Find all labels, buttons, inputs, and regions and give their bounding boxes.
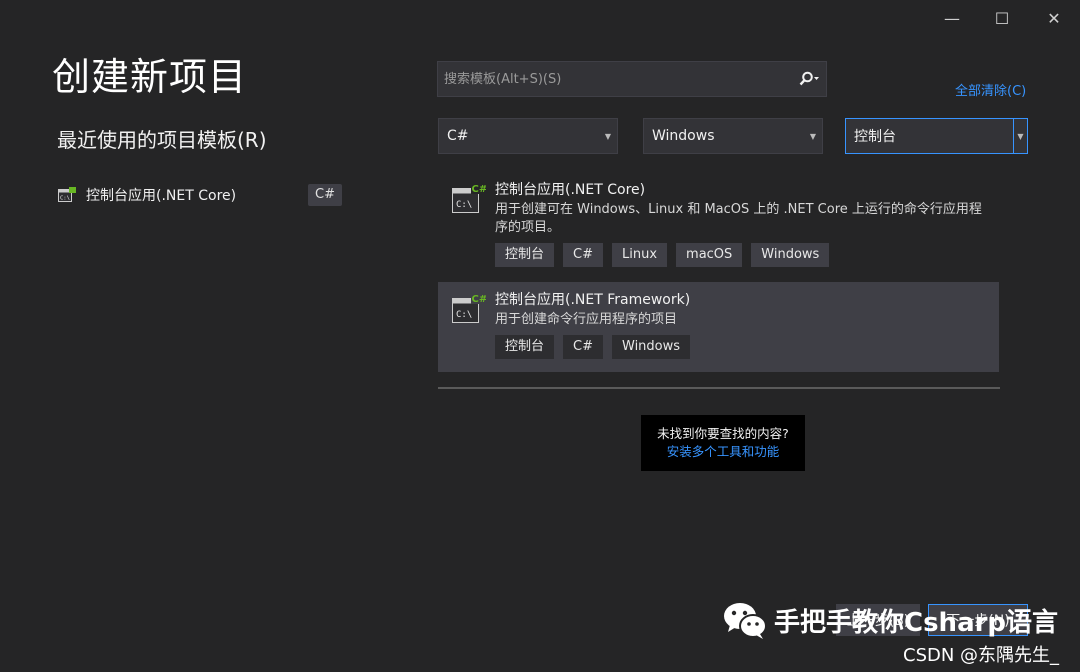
svg-text:C:\: C:\ bbox=[60, 196, 70, 202]
platform-filter-dropdown[interactable]: Windows ▼ bbox=[643, 118, 823, 154]
recent-template-item[interactable]: C:\ 控制台应用(.NET Core) C# bbox=[58, 180, 342, 210]
template-tags: 控制台 C# Linux macOS Windows bbox=[495, 243, 987, 267]
page-title: 创建新项目 bbox=[52, 55, 248, 99]
project-type-filter-dropdown[interactable]: 控制台 ▼ bbox=[845, 118, 1028, 154]
template-tag: C# bbox=[563, 335, 603, 359]
chevron-down-icon: ▼ bbox=[809, 131, 817, 141]
svg-text:C:\: C:\ bbox=[456, 310, 472, 320]
console-app-icon: C:\ C# bbox=[452, 182, 487, 213]
svg-text:C#: C# bbox=[472, 294, 487, 305]
template-item-console-net-core[interactable]: C:\ C# 控制台应用(.NET Core) 用于创建可在 Windows、L… bbox=[438, 172, 999, 276]
language-filter-dropdown[interactable]: C# ▼ bbox=[438, 118, 618, 154]
template-tag: 控制台 bbox=[495, 335, 555, 359]
language-filter-value: C# bbox=[447, 128, 469, 144]
search-input[interactable] bbox=[438, 62, 792, 96]
not-found-panel: 未找到你要查找的内容? 安装多个工具和功能 bbox=[641, 415, 805, 471]
template-item-console-net-framework[interactable]: C:\ C# 控制台应用(.NET Framework) 用于创建命令行应用程序… bbox=[438, 282, 999, 372]
template-tags: 控制台 C# Windows bbox=[495, 335, 987, 359]
template-tag: Windows bbox=[612, 335, 691, 359]
console-app-icon: C:\ bbox=[58, 187, 76, 202]
list-divider bbox=[438, 387, 1000, 389]
clear-all-link[interactable]: 全部清除(C) bbox=[955, 80, 1026, 99]
template-description: 用于创建命令行应用程序的项目 bbox=[495, 312, 678, 327]
project-type-filter-value: 控制台 bbox=[854, 129, 896, 145]
install-tools-link[interactable]: 安装多个工具和功能 bbox=[641, 443, 805, 461]
search-box bbox=[437, 61, 827, 97]
platform-filter-value: Windows bbox=[652, 128, 715, 144]
svg-text:C#: C# bbox=[472, 184, 487, 195]
close-button[interactable]: ✕ bbox=[1034, 4, 1074, 32]
not-found-question: 未找到你要查找的内容? bbox=[657, 426, 789, 441]
recent-template-name: 控制台应用(.NET Core) bbox=[86, 188, 237, 204]
template-name: 控制台应用(.NET Core) bbox=[495, 182, 646, 198]
template-description: 用于创建可在 Windows、Linux 和 MacOS 上的 .NET Cor… bbox=[495, 202, 982, 235]
template-tag: Linux bbox=[612, 243, 668, 267]
template-tag: 控制台 bbox=[495, 243, 555, 267]
console-app-icon: C:\ C# bbox=[452, 292, 487, 323]
minimize-button[interactable]: — bbox=[932, 4, 972, 32]
watermark-text: 手把手教你Csharp语言 bbox=[774, 607, 1059, 638]
template-tag: Windows bbox=[751, 243, 830, 267]
search-button[interactable] bbox=[792, 62, 826, 96]
csdn-credit: CSDN @东隅先生_ bbox=[903, 645, 1060, 666]
wechat-icon bbox=[724, 603, 767, 639]
template-tag: macOS bbox=[676, 243, 743, 267]
recent-template-lang: C# bbox=[308, 184, 342, 206]
recent-templates-heading: 最近使用的项目模板(R) bbox=[57, 128, 267, 152]
chevron-down-icon: ▼ bbox=[604, 131, 612, 141]
chevron-down-icon: ▼ bbox=[1013, 119, 1027, 153]
maximize-button[interactable]: ☐ bbox=[982, 4, 1022, 32]
watermark: 手把手教你Csharp语言 bbox=[722, 600, 1058, 640]
svg-text:C:\: C:\ bbox=[456, 200, 472, 210]
search-icon bbox=[799, 71, 819, 86]
template-name: 控制台应用(.NET Framework) bbox=[495, 292, 691, 308]
template-tag: C# bbox=[563, 243, 603, 267]
